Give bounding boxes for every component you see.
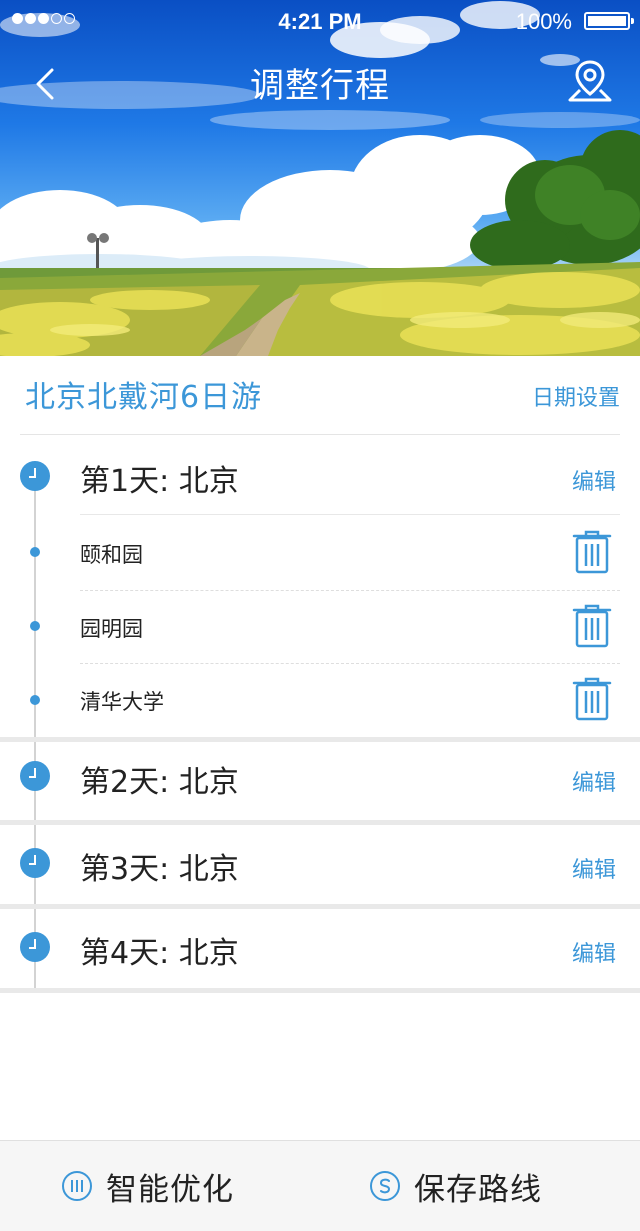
clock-icon <box>20 848 50 878</box>
save-route-button[interactable]: 保存路线 <box>370 1141 542 1231</box>
timeline-dot <box>30 695 40 705</box>
place-label: 清华大学 <box>80 690 164 714</box>
smart-optimize-button[interactable]: 智能优化 <box>62 1141 234 1231</box>
day-label: 第1天: 北京 <box>80 464 239 499</box>
trash-icon[interactable] <box>572 530 612 574</box>
divider <box>20 434 620 435</box>
place-row: 清华大学 <box>0 664 640 736</box>
page-title: 调整行程 <box>250 66 390 106</box>
hero-banner: 4:21 PM 100% 调整行程 <box>0 0 640 356</box>
timeline-dot <box>30 621 40 631</box>
divider <box>80 514 620 515</box>
edit-day-button[interactable]: 编辑 <box>572 765 616 797</box>
place-label: 园明园 <box>80 617 143 641</box>
place-row: 颐和园 <box>0 516 640 588</box>
trash-icon[interactable] <box>572 604 612 648</box>
battery-icon <box>584 12 634 30</box>
map-button[interactable] <box>562 58 618 106</box>
day-label: 第2天: 北京 <box>80 765 239 800</box>
optimize-icon <box>62 1171 92 1201</box>
clock-icon <box>20 461 50 491</box>
clock-icon <box>20 761 50 791</box>
map-pin-icon <box>568 60 612 102</box>
section-divider <box>0 988 640 993</box>
day-row-2[interactable]: 第2天: 北京 编辑 <box>0 742 640 822</box>
smart-optimize-label: 智能优化 <box>106 1171 234 1208</box>
day-row-4[interactable]: 第4天: 北京 编辑 <box>0 909 640 989</box>
bottom-action-bar: 智能优化 保存路线 <box>0 1140 640 1231</box>
date-settings-link[interactable]: 日期设置 <box>532 380 620 412</box>
battery-percentage: 100% <box>515 9 572 34</box>
landscape-photo <box>0 1 640 356</box>
trip-title: 北京北戴河6日游 <box>25 380 263 415</box>
status-bar: 4:21 PM 100% <box>0 0 640 42</box>
save-s-icon <box>370 1171 400 1201</box>
save-route-label: 保存路线 <box>414 1171 542 1208</box>
place-label: 颐和园 <box>80 543 143 567</box>
edit-day-button[interactable]: 编辑 <box>572 464 616 496</box>
clock-icon <box>20 932 50 962</box>
trash-icon[interactable] <box>572 677 612 721</box>
day-label: 第3天: 北京 <box>80 852 239 887</box>
edit-day-button[interactable]: 编辑 <box>572 936 616 968</box>
day-row-1[interactable]: 第1天: 北京 编辑 <box>0 436 640 516</box>
day-label: 第4天: 北京 <box>80 936 239 971</box>
edit-day-button[interactable]: 编辑 <box>572 852 616 884</box>
timeline-dot <box>30 547 40 557</box>
place-row: 园明园 <box>0 591 640 663</box>
day-row-3[interactable]: 第3天: 北京 编辑 <box>0 825 640 905</box>
